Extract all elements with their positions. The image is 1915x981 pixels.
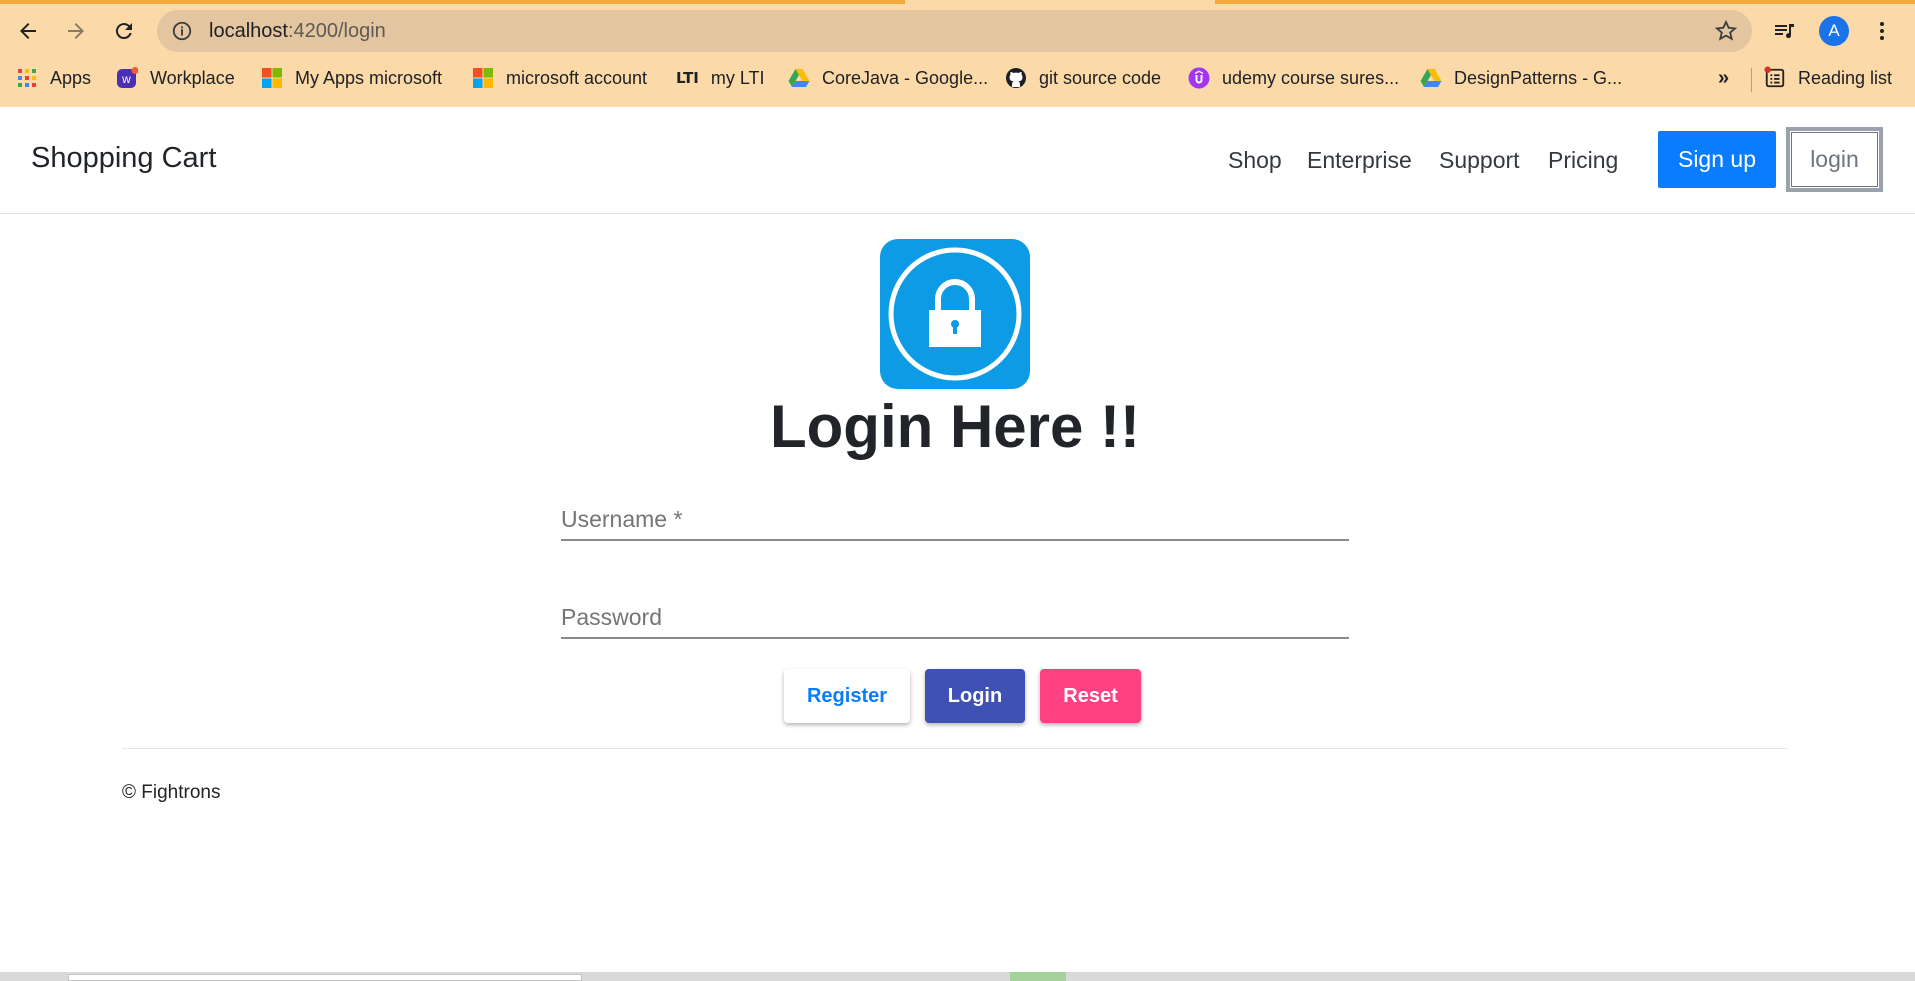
bookmark-workplace[interactable]: w Workplace — [116, 65, 235, 91]
nav-link-shop[interactable]: Shop — [1228, 147, 1282, 174]
microsoft-logo-icon — [472, 67, 494, 89]
navbar-login-label: login — [1791, 132, 1878, 187]
bookmark-my-lti[interactable]: LTI my LTI — [676, 65, 765, 91]
login-button[interactable]: Login — [925, 669, 1025, 723]
reload-button[interactable] — [106, 13, 142, 49]
username-field[interactable] — [561, 483, 1349, 541]
playlist-icon — [1775, 24, 1794, 39]
bookmark-apps[interactable]: Apps — [16, 65, 91, 91]
bookmark-star-icon[interactable] — [1714, 19, 1738, 43]
reading-list-button[interactable]: Reading list — [1764, 65, 1892, 91]
lti-icon: LTI — [676, 69, 699, 87]
back-button[interactable] — [10, 13, 46, 49]
url-text[interactable]: localhost:4200/login — [209, 20, 386, 43]
microsoft-logo-icon — [261, 67, 283, 89]
bookmark-udemy[interactable]: udemy course sures... — [1188, 65, 1399, 91]
back-arrow-icon — [20, 23, 36, 39]
forward-arrow-icon — [68, 23, 84, 39]
username-input[interactable] — [561, 483, 1349, 539]
footer-divider — [122, 748, 1788, 749]
password-input[interactable] — [561, 581, 1349, 637]
password-field[interactable] — [561, 581, 1349, 639]
bookmarks-overflow-button[interactable]: » — [1718, 65, 1729, 91]
reading-list-icon — [1764, 66, 1786, 89]
github-icon — [1005, 67, 1027, 89]
media-control-button[interactable] — [1766, 13, 1802, 49]
svg-text:w: w — [121, 72, 131, 86]
avatar: A — [1819, 16, 1849, 46]
bookmark-my-apps-microsoft[interactable]: My Apps microsoft — [261, 65, 442, 91]
bookmarks-bar: Apps w Workplace My Apps microsoft micro… — [0, 60, 1915, 96]
bookmark-designpatterns[interactable]: DesignPatterns - G... — [1420, 65, 1622, 91]
reload-icon — [115, 23, 132, 40]
bookmarks-divider — [1751, 68, 1752, 92]
register-button[interactable]: Register — [784, 669, 910, 723]
copyright-text: © Fightrons — [122, 782, 221, 803]
navbar-login-button[interactable]: login — [1786, 127, 1883, 192]
bookmark-git-source-code[interactable]: git source code — [1005, 65, 1161, 91]
forward-button[interactable] — [58, 13, 94, 49]
google-drive-icon — [1420, 67, 1442, 89]
nav-link-enterprise[interactable]: Enterprise — [1307, 147, 1412, 174]
address-bar[interactable]: localhost:4200/login — [157, 10, 1752, 52]
info-icon[interactable] — [171, 20, 193, 42]
browser-toolbar: localhost:4200/login A Apps w Workplace — [0, 0, 1915, 107]
kebab-menu-icon — [1880, 22, 1884, 40]
tab-strip — [0, 0, 1915, 4]
brand-title[interactable]: Shopping Cart — [31, 142, 216, 175]
profile-button[interactable]: A — [1816, 13, 1852, 49]
nav-link-pricing[interactable]: Pricing — [1548, 147, 1618, 174]
workplace-icon: w — [116, 67, 138, 89]
browser-menu-button[interactable] — [1864, 13, 1900, 49]
lock-icon — [880, 239, 1030, 389]
reset-button[interactable]: Reset — [1040, 669, 1141, 723]
signup-button[interactable]: Sign up — [1658, 131, 1776, 188]
bookmark-corejava[interactable]: CoreJava - Google... — [788, 65, 988, 91]
udemy-icon — [1188, 67, 1210, 89]
app-navbar: Shopping Cart Shop Enterprise Support Pr… — [0, 107, 1915, 214]
google-drive-icon — [788, 67, 810, 89]
bookmark-microsoft-account[interactable]: microsoft account — [472, 65, 647, 91]
nav-link-support[interactable]: Support — [1439, 147, 1520, 174]
bottom-scrollbar[interactable] — [0, 972, 1915, 981]
page-title: Login Here !! — [770, 393, 1140, 460]
apps-grid-icon — [16, 67, 38, 89]
